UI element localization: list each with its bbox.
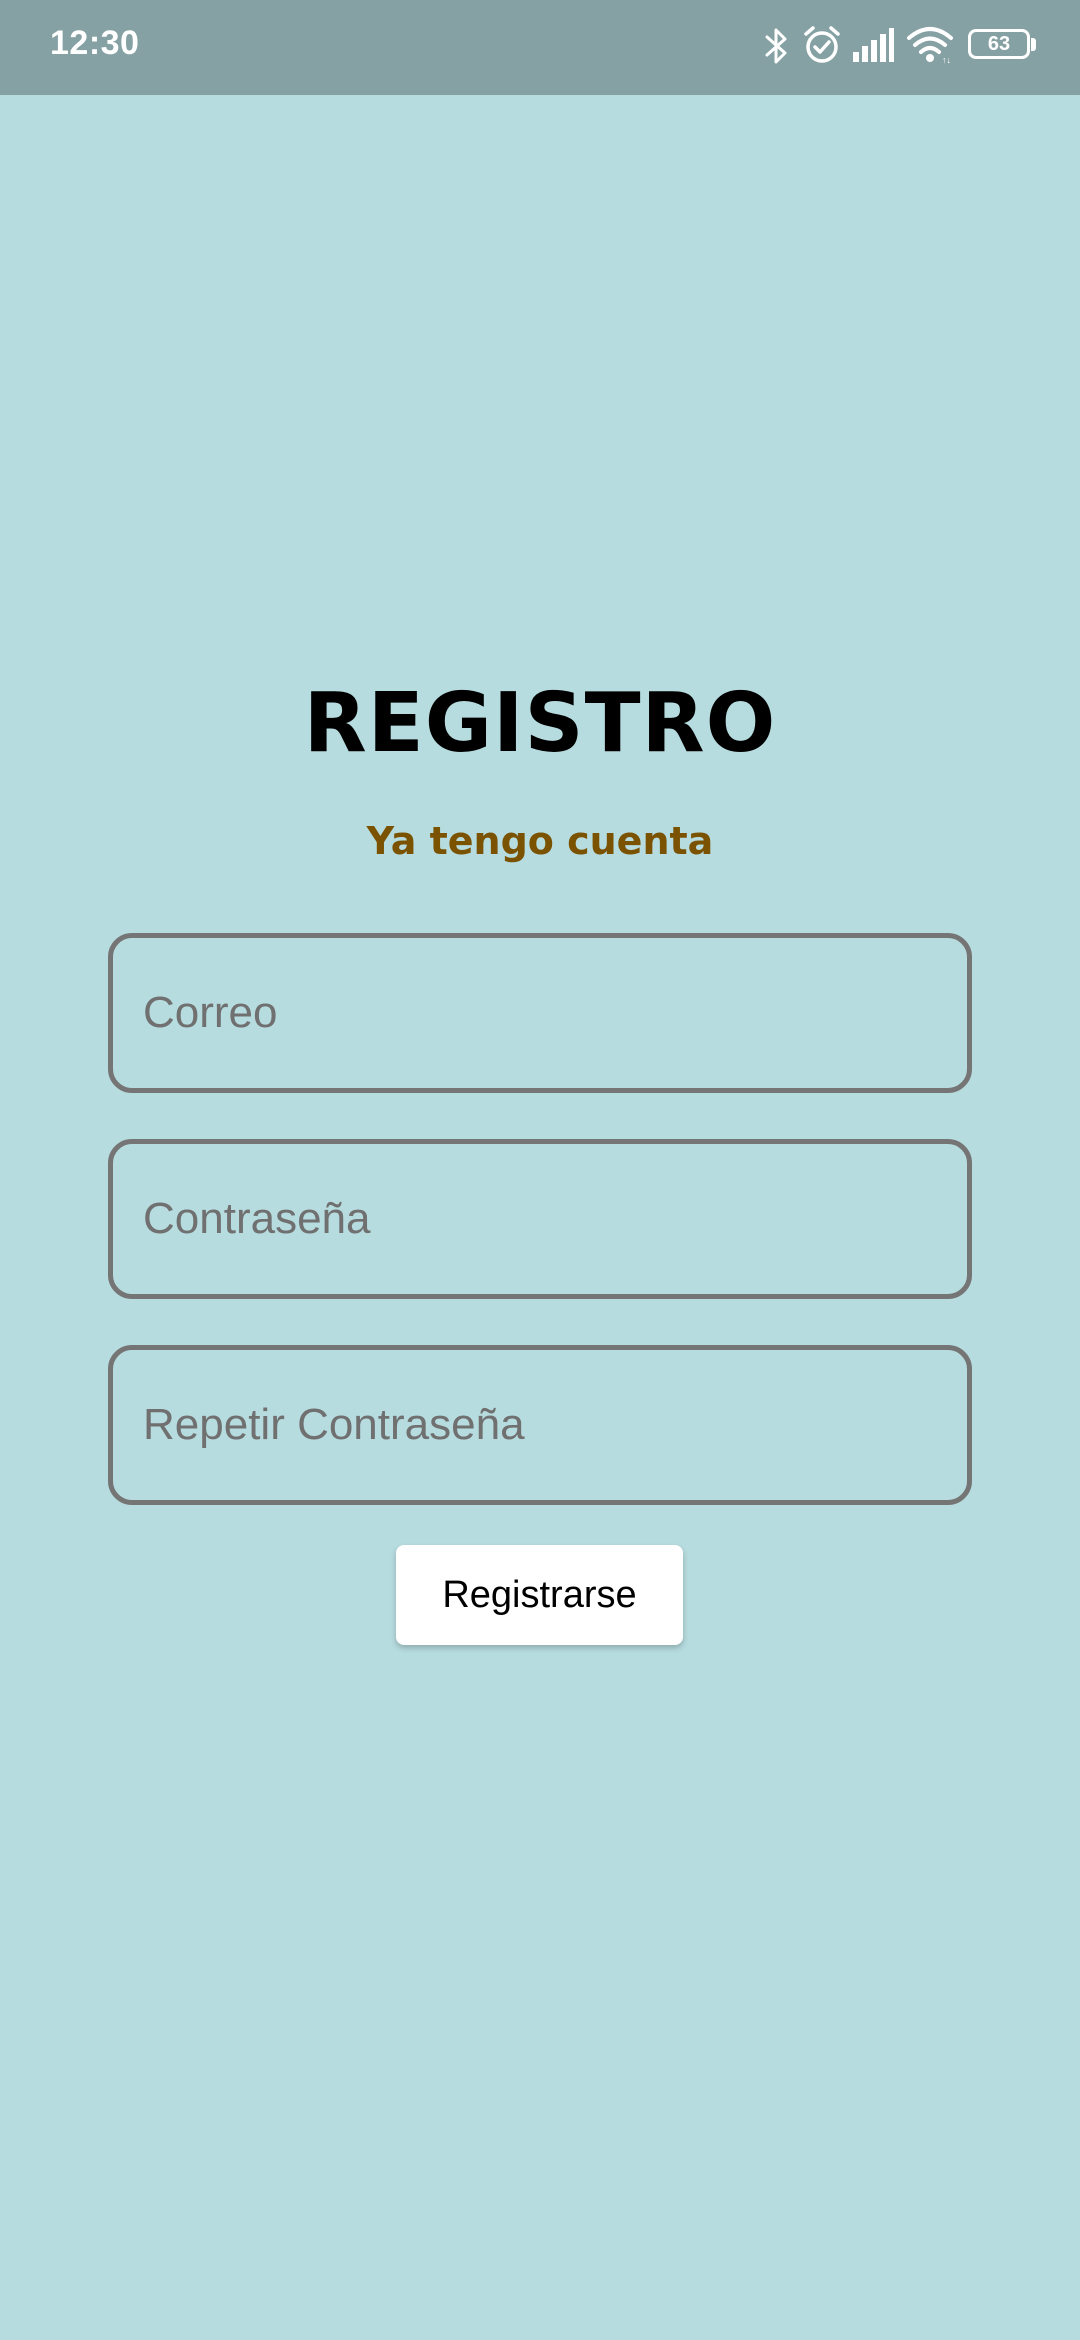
battery-tip <box>1031 38 1036 51</box>
wifi-icon: ↑↓ <box>907 27 953 64</box>
status-time: 12:30 <box>50 24 140 62</box>
email-field[interactable] <box>108 933 972 1093</box>
login-link[interactable]: Ya tengo cuenta <box>0 819 1080 863</box>
bluetooth-icon <box>765 28 787 64</box>
repeat-password-field[interactable] <box>108 1345 972 1505</box>
password-field[interactable] <box>108 1139 972 1299</box>
page-title: REGISTRO <box>303 676 777 771</box>
battery-level: 63 <box>987 33 1011 55</box>
status-bar: 12:30 ↑↓ 63 <box>0 0 1080 95</box>
signal-icon <box>853 28 894 62</box>
repeat-password-input[interactable] <box>143 1350 933 1500</box>
alarm-icon <box>804 26 840 63</box>
password-input[interactable] <box>143 1144 933 1294</box>
svg-text:↑↓: ↑↓ <box>942 55 951 64</box>
register-button[interactable]: Registrarse <box>396 1545 683 1645</box>
email-input[interactable] <box>143 938 933 1088</box>
